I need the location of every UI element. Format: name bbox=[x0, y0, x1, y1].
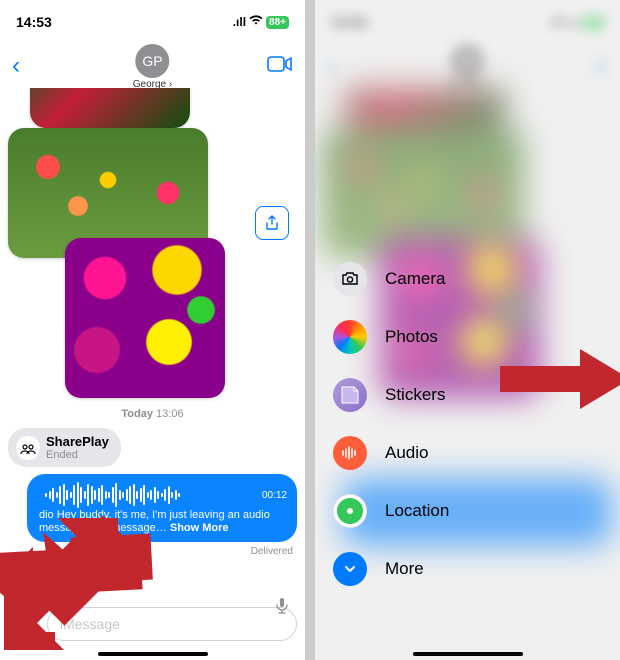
message-input[interactable] bbox=[47, 607, 297, 641]
shareplay-icon bbox=[16, 436, 40, 460]
home-indicator[interactable] bbox=[98, 652, 208, 656]
audio-icon bbox=[333, 436, 367, 470]
menu-item-audio[interactable]: Audio bbox=[333, 430, 602, 476]
menu-item-camera[interactable]: Camera bbox=[333, 256, 602, 302]
attachment-menu: Camera Photos Stickers Audio Location bbox=[333, 256, 602, 592]
contact-header[interactable]: GP George › bbox=[133, 44, 172, 90]
menu-item-location[interactable]: Location bbox=[333, 488, 602, 534]
avatar: GP bbox=[136, 44, 170, 78]
audio-duration: 00:12 bbox=[262, 490, 287, 501]
input-bar: + bbox=[0, 604, 305, 644]
home-indicator[interactable] bbox=[413, 652, 523, 656]
menu-label: More bbox=[385, 559, 424, 579]
menu-label: Audio bbox=[385, 443, 428, 463]
back-button[interactable]: ‹ bbox=[12, 52, 20, 80]
menu-label: Stickers bbox=[385, 385, 445, 405]
nav-bar: ‹ GP George › bbox=[0, 44, 305, 88]
stickers-icon bbox=[333, 378, 367, 412]
status-bar: 14:53 .ıll 88+ bbox=[0, 0, 305, 44]
menu-label: Photos bbox=[385, 327, 438, 347]
shareplay-bubble[interactable]: SharePlay Ended bbox=[8, 428, 121, 467]
show-more-button[interactable]: Show More bbox=[170, 522, 229, 534]
status-bar: 14:53.ıll ▲ 88+ bbox=[315, 0, 620, 44]
message-image-1[interactable] bbox=[30, 88, 190, 128]
menu-item-stickers[interactable]: Stickers bbox=[333, 372, 602, 418]
menu-label: Location bbox=[385, 501, 449, 521]
photos-icon bbox=[333, 320, 367, 354]
more-chevron-icon bbox=[333, 552, 367, 586]
facetime-button[interactable] bbox=[267, 55, 293, 78]
menu-label: Camera bbox=[385, 269, 445, 289]
timestamp: Today 13:06 bbox=[0, 408, 305, 420]
conversation-scroll[interactable]: Today 13:06 SharePlay Ended 00:12 dio He… bbox=[0, 88, 305, 598]
location-icon bbox=[333, 494, 367, 528]
waveform-icon bbox=[45, 482, 257, 508]
nav-bar: ‹ GPGeorge › ▢ bbox=[315, 44, 620, 88]
status-indicators: .ıll 88+ bbox=[233, 15, 289, 29]
audio-message-bubble[interactable]: 00:12 dio Hey buddy, it's me, I'm just l… bbox=[27, 474, 297, 542]
attachments-menu-screen: 14:53.ıll ▲ 88+ ‹ GPGeorge › ▢ Camera Ph… bbox=[315, 0, 620, 660]
share-button[interactable] bbox=[255, 206, 289, 240]
battery-icon: 88+ bbox=[266, 16, 289, 29]
message-image-3[interactable] bbox=[65, 238, 225, 398]
status-time: 14:53 bbox=[16, 14, 52, 30]
plus-button[interactable]: + bbox=[8, 608, 40, 640]
wifi-icon bbox=[249, 15, 263, 29]
messages-conversation-screen: 14:53 .ıll 88+ ‹ GP George › Today 13:06 bbox=[0, 0, 305, 660]
delivered-status: Delivered bbox=[251, 546, 293, 557]
shareplay-title: SharePlay bbox=[46, 434, 109, 449]
menu-item-more[interactable]: More bbox=[333, 546, 602, 592]
audio-transcript: dio Hey buddy, it's me, I'm just leaving… bbox=[39, 509, 285, 537]
menu-item-photos[interactable]: Photos bbox=[333, 314, 602, 360]
signal-icon: .ıll bbox=[233, 15, 246, 29]
camera-icon bbox=[333, 262, 367, 296]
shareplay-subtitle: Ended bbox=[46, 449, 109, 461]
